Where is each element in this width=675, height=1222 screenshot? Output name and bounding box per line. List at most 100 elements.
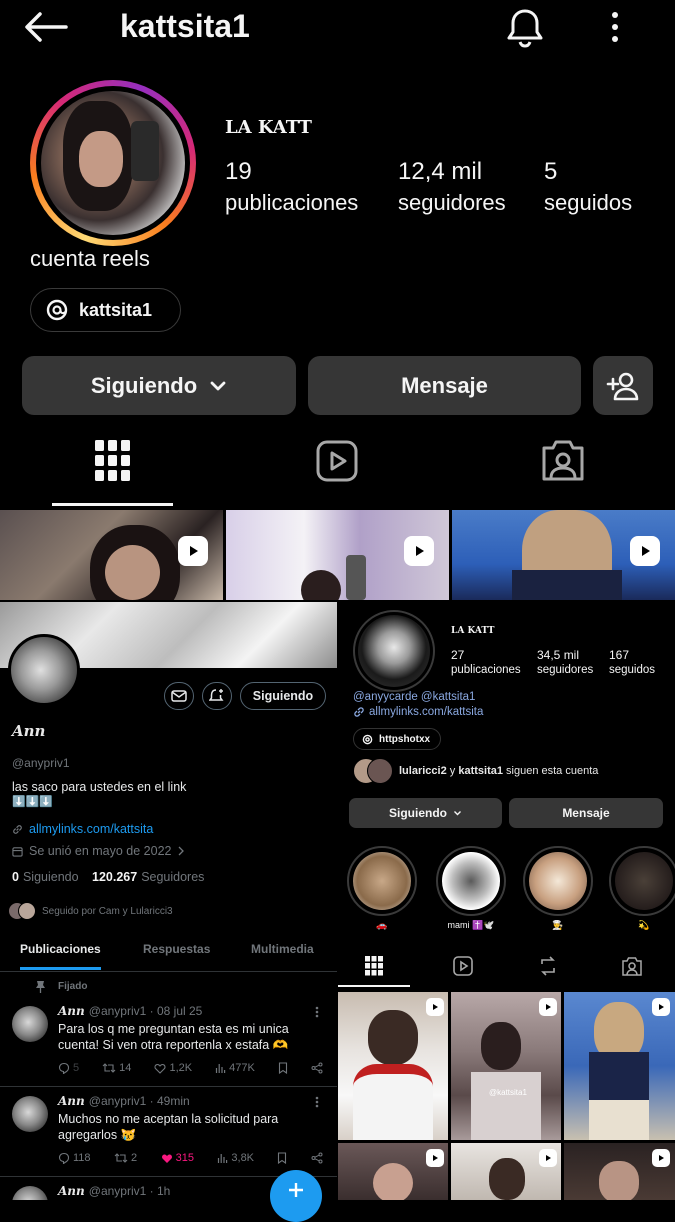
like-button[interactable]: 1,2K bbox=[154, 1062, 192, 1074]
ig-inner-avatar[interactable] bbox=[353, 610, 435, 692]
retweet-icon bbox=[114, 1153, 128, 1163]
more-icon[interactable] bbox=[315, 1006, 319, 1018]
divider bbox=[0, 1086, 337, 1087]
suggest-users-button[interactable] bbox=[593, 356, 653, 415]
threads-badge[interactable]: kattsita1 bbox=[30, 288, 181, 332]
avatar-photo bbox=[41, 91, 185, 235]
twitter-link[interactable]: allmylinks.com/kattsita bbox=[12, 822, 153, 836]
tweet-avatar[interactable] bbox=[12, 1006, 48, 1042]
tweet-author: Ann bbox=[58, 1184, 85, 1198]
ig-inner-post-tile[interactable]: @kattsita1 bbox=[451, 992, 561, 1140]
message-button[interactable]: Mensaje bbox=[308, 356, 581, 415]
twitter-tab-media[interactable]: Multimedia bbox=[251, 942, 314, 956]
tab-tagged[interactable] bbox=[541, 438, 585, 482]
ig-inner-threads-badge[interactable]: httpshotxx bbox=[353, 728, 441, 750]
twitter-message-button[interactable] bbox=[164, 682, 194, 710]
retweet-count: 2 bbox=[131, 1152, 138, 1164]
back-button[interactable] bbox=[22, 10, 68, 44]
post-tile-3[interactable] bbox=[452, 510, 675, 600]
add-person-icon bbox=[606, 372, 639, 400]
chevron-down-icon bbox=[454, 811, 461, 816]
ig-inner-stat-posts[interactable]: 27 publicaciones bbox=[451, 648, 521, 676]
pin-icon bbox=[36, 981, 45, 993]
tweet-avatar[interactable] bbox=[12, 1186, 48, 1200]
share-button[interactable] bbox=[311, 1152, 323, 1164]
twitter-notify-button[interactable] bbox=[202, 682, 232, 710]
pinned-label: Fijado bbox=[58, 981, 88, 992]
ig-inner-tab-reposts[interactable] bbox=[538, 956, 558, 976]
followers-avatars bbox=[8, 902, 36, 920]
tweet-meta: @anypriv1 · 08 jul 25 bbox=[88, 1004, 203, 1018]
tweet-item[interactable]: Ann @anypriv1 · 08 jul 25 Para los q me … bbox=[0, 1002, 337, 1084]
stat-followers[interactable]: 12,4 mil seguidores bbox=[398, 158, 506, 216]
post-tile-1[interactable] bbox=[0, 510, 223, 600]
highlight-item[interactable]: 🚗 bbox=[347, 846, 417, 936]
divider bbox=[0, 971, 337, 972]
display-name: LA KATT bbox=[225, 117, 312, 138]
post-tile-2[interactable] bbox=[226, 510, 449, 600]
stat-following[interactable]: 5 seguidos bbox=[544, 158, 632, 216]
tweet-avatar[interactable] bbox=[12, 1096, 48, 1132]
twitter-bio: las saco para ustedes en el link bbox=[12, 780, 187, 794]
tab-grid[interactable] bbox=[52, 428, 173, 506]
twitter-tab-media-label: Multimedia bbox=[251, 942, 314, 956]
following-button[interactable]: Siguiendo bbox=[22, 356, 296, 415]
pinned-indicator: Fijado bbox=[35, 980, 87, 993]
reply-count: 118 bbox=[73, 1152, 91, 1164]
twitter-followers-count[interactable]: 120.267 Seguidores bbox=[92, 870, 204, 884]
ig-inner-message-label: Mensaje bbox=[562, 806, 610, 820]
ig-inner-post-tile[interactable] bbox=[338, 1143, 448, 1200]
ig-inner-tab-grid[interactable] bbox=[338, 950, 410, 987]
ig-inner-tab-reels[interactable] bbox=[453, 956, 473, 976]
twitter-following-count[interactable]: 0 Siguiendo bbox=[12, 870, 79, 884]
twitter-followed-by[interactable]: Seguido por Cam y Lularicci3 bbox=[8, 902, 173, 920]
ig-inner-followed-by[interactable]: lularicci2 y kattsita1 siguen esta cuent… bbox=[353, 758, 598, 784]
compose-fab[interactable] bbox=[270, 1170, 322, 1222]
more-icon[interactable] bbox=[315, 1096, 319, 1108]
twitter-tab-posts[interactable]: Publicaciones bbox=[20, 942, 101, 970]
tab-reels[interactable] bbox=[316, 440, 358, 482]
ig-inner-bio-line[interactable]: @anyycarde @kattsita1 bbox=[353, 691, 475, 703]
reply-count: 5 bbox=[73, 1062, 80, 1074]
stat-posts[interactable]: 19 publicaciones bbox=[225, 158, 358, 216]
tweet-item[interactable]: Ann @anypriv1 · 49min Muchos no me acept… bbox=[0, 1092, 337, 1174]
ig-inner-post-tile[interactable] bbox=[564, 992, 675, 1140]
highlight-label: 💫 bbox=[638, 920, 650, 930]
bell-icon bbox=[507, 9, 543, 48]
ig-inner-following-button[interactable]: Siguiendo bbox=[349, 798, 502, 828]
ig-inner-followed-by-text: lularicci2 y kattsita1 siguen esta cuent… bbox=[399, 765, 598, 777]
heart-filled-icon bbox=[161, 1154, 172, 1163]
twitter-joined[interactable]: Se unió en mayo de 2022 bbox=[12, 844, 185, 858]
reply-button[interactable]: 118 bbox=[58, 1152, 91, 1164]
like-button[interactable]: 315 bbox=[161, 1152, 194, 1164]
twitter-following-button[interactable]: Siguiendo bbox=[240, 682, 326, 710]
highlight-item[interactable]: 💫 bbox=[609, 846, 675, 936]
notifications-button[interactable] bbox=[503, 6, 547, 50]
ig-inner-message-button[interactable]: Mensaje bbox=[509, 798, 663, 828]
bookmark-button[interactable] bbox=[277, 1152, 287, 1164]
highlight-item[interactable]: mami ✝️🕊️ bbox=[434, 846, 508, 936]
ig-inner-following-label: Siguiendo bbox=[389, 806, 447, 820]
twitter-avatar[interactable] bbox=[8, 634, 80, 706]
ig-inner-post-tile[interactable] bbox=[338, 992, 448, 1140]
views-button[interactable]: 3,8K bbox=[217, 1152, 254, 1164]
message-button-label: Mensaje bbox=[401, 372, 488, 398]
twitter-name: Ann bbox=[12, 722, 46, 740]
reel-badge-icon bbox=[426, 998, 444, 1016]
ig-inner-link[interactable]: allmylinks.com/kattsita bbox=[353, 706, 483, 718]
reply-button[interactable]: 5 bbox=[58, 1062, 79, 1074]
twitter-tab-replies[interactable]: Respuestas bbox=[143, 942, 210, 956]
avatar[interactable] bbox=[30, 80, 196, 246]
retweet-button[interactable]: 14 bbox=[102, 1062, 131, 1074]
more-options-button[interactable] bbox=[604, 10, 626, 46]
ig-inner-tab-tagged[interactable] bbox=[622, 956, 642, 976]
views-button[interactable]: 477K bbox=[215, 1062, 255, 1074]
share-button[interactable] bbox=[311, 1062, 323, 1074]
bookmark-button[interactable] bbox=[278, 1062, 288, 1074]
highlight-item[interactable]: 👨‍🍳 bbox=[523, 846, 593, 936]
retweet-button[interactable]: 2 bbox=[114, 1152, 137, 1164]
ig-inner-post-tile[interactable] bbox=[564, 1143, 675, 1200]
ig-inner-post-tile[interactable] bbox=[451, 1143, 561, 1200]
ig-inner-stat-following[interactable]: 167 seguidos bbox=[609, 648, 655, 676]
ig-inner-stat-followers[interactable]: 34,5 mil seguidores bbox=[537, 648, 593, 676]
